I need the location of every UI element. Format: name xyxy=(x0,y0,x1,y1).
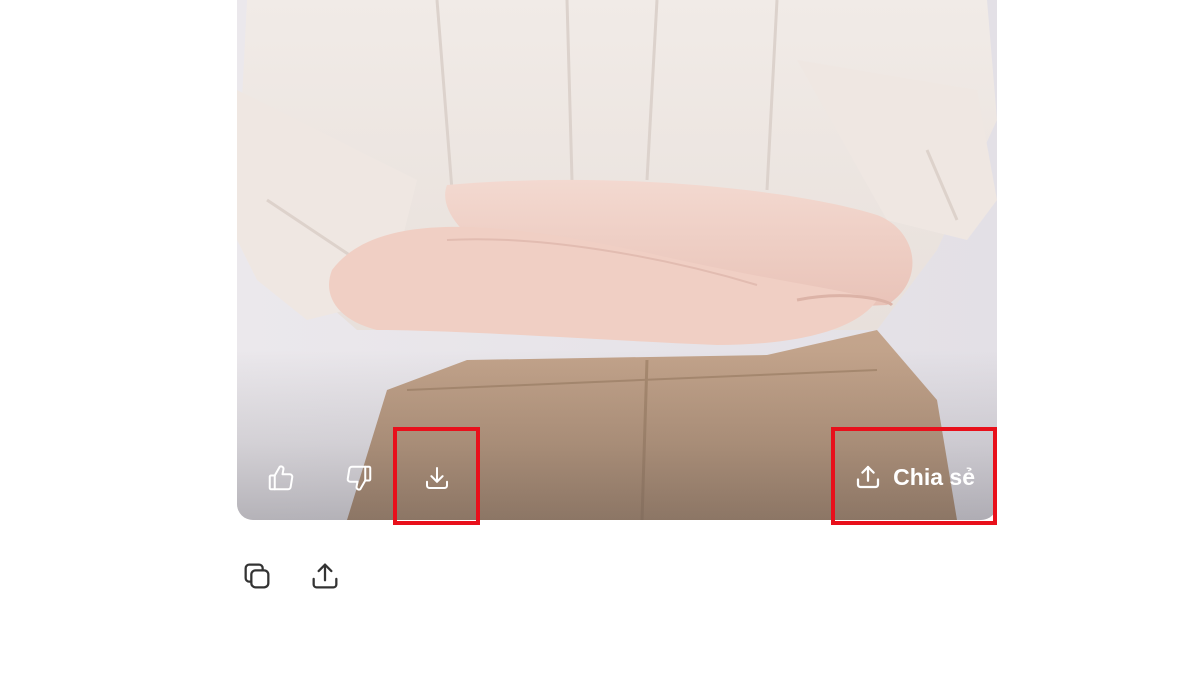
copy-icon xyxy=(244,563,270,589)
thumbs-down-button[interactable] xyxy=(339,458,379,498)
page: Chia sẻ xyxy=(0,0,1200,675)
share-icon xyxy=(312,563,338,589)
share-message-button[interactable] xyxy=(305,556,345,596)
thumbs-up-button[interactable] xyxy=(261,458,301,498)
thumbs-up-icon xyxy=(268,465,294,491)
message-action-bar xyxy=(237,556,345,596)
download-highlight-box xyxy=(393,427,480,525)
thumbs-down-icon xyxy=(346,465,372,491)
copy-button[interactable] xyxy=(237,556,277,596)
share-highlight-box xyxy=(831,427,997,525)
